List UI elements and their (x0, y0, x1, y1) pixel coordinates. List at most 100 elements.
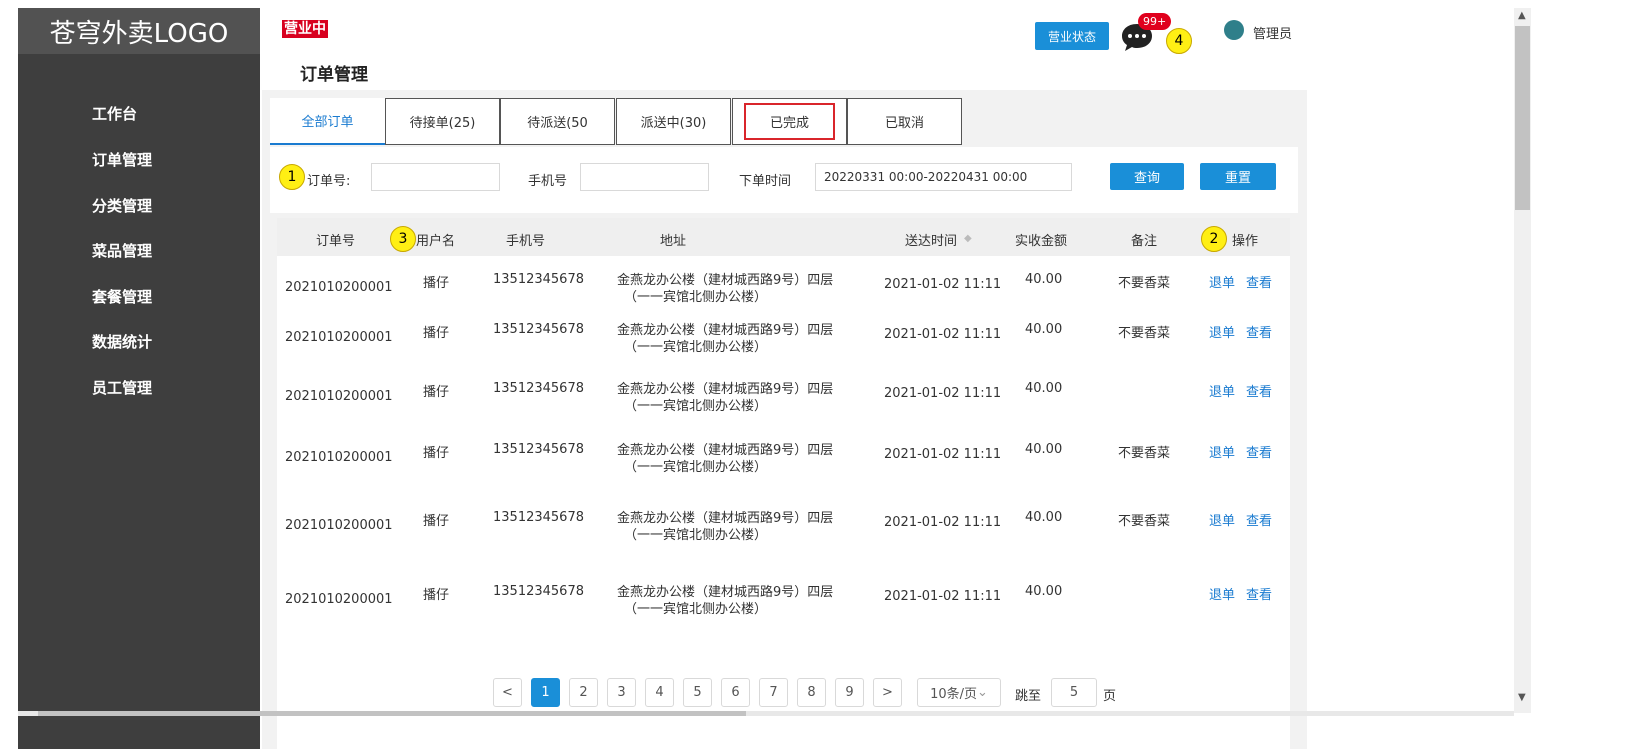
col-actions: 操作 (1232, 234, 1259, 249)
page-button-4[interactable]: 4 (645, 678, 674, 707)
cell-amount: 40.00 (1025, 584, 1063, 599)
tab-pending-accept[interactable]: 待接单(25) (385, 98, 500, 145)
sidebar-item-employees[interactable]: 员工管理 (92, 377, 152, 398)
jump-label: 跳至 (1015, 689, 1042, 704)
page-button-2[interactable]: 2 (569, 678, 598, 707)
vertical-scrollbar-thumb[interactable] (1515, 26, 1530, 210)
page-button-8[interactable]: 8 (797, 678, 826, 707)
order-time-label: 下单时间 (739, 174, 792, 189)
cell-note: 不要香菜 (1118, 514, 1171, 529)
sidebar-item-categories[interactable]: 分类管理 (92, 195, 152, 216)
cell-amount: 40.00 (1025, 442, 1063, 457)
tab-completed[interactable]: 已完成 (732, 98, 847, 145)
refund-link[interactable]: 退单 (1209, 322, 1235, 341)
cell-delivery-time: 2021-01-02 11:11 (884, 386, 1002, 401)
tab-pending-delivery[interactable]: 待派送(50 (500, 98, 615, 145)
cell-note: 不要香菜 (1118, 276, 1171, 291)
cell-delivery-time: 2021-01-02 11:11 (884, 327, 1002, 342)
view-link[interactable]: 查看 (1246, 442, 1272, 461)
cell-username: 播仔 (423, 514, 450, 529)
sidebar-item-dishes[interactable]: 菜品管理 (92, 240, 152, 261)
cell-phone: 13512345678 (493, 381, 584, 396)
scroll-down-icon[interactable]: ▼ (1518, 692, 1526, 703)
scroll-up-icon[interactable]: ▲ (1518, 10, 1526, 21)
cell-username: 播仔 (423, 446, 450, 461)
sidebar-item-orders[interactable]: 订单管理 (92, 149, 152, 170)
col-phone: 手机号 (506, 234, 546, 249)
cell-username: 播仔 (423, 276, 450, 291)
cell-address-line2: （一一宾馆北侧办公楼） (624, 399, 768, 414)
cell-amount: 40.00 (1025, 510, 1063, 525)
chevron-down-icon: ⌄ (977, 685, 988, 700)
page-button-7[interactable]: 7 (759, 678, 788, 707)
cell-phone: 13512345678 (493, 510, 584, 525)
view-link[interactable]: 查看 (1246, 584, 1272, 603)
page-suffix-label: 页 (1103, 689, 1117, 704)
cell-address-line2: （一一宾馆北侧办公楼） (624, 290, 768, 305)
cell-amount: 40.00 (1025, 322, 1063, 337)
business-status-button[interactable]: 营业状态 (1035, 22, 1109, 50)
page-size-value: 10条/页 (930, 687, 978, 702)
prev-page-icon[interactable]: < (493, 678, 522, 707)
view-link[interactable]: 查看 (1246, 322, 1272, 341)
tab-all-orders[interactable]: 全部订单 (270, 98, 385, 145)
cell-address-line2: （一一宾馆北侧办公楼） (624, 602, 768, 617)
search-button[interactable]: 查询 (1110, 163, 1184, 190)
phone-input[interactable] (580, 163, 709, 191)
sidebar-item-workbench[interactable]: 工作台 (92, 103, 137, 124)
tab-cancelled[interactable]: 已取消 (847, 98, 962, 145)
cell-order-no: 2021010200001 (285, 450, 393, 465)
app-logo: 苍穹外卖LOGO (18, 8, 260, 54)
horizontal-scrollbar-thumb[interactable] (38, 711, 746, 716)
sort-icon[interactable]: ◆ (964, 233, 972, 244)
cell-address-line2: （一一宾馆北侧办公楼） (624, 460, 768, 475)
cell-amount: 40.00 (1025, 381, 1063, 396)
cell-address-line1: 金燕龙办公楼（建材城西路9号）四层 (617, 323, 834, 338)
col-delivery-time[interactable]: 送达时间 (905, 230, 957, 249)
cell-note: 不要香菜 (1118, 326, 1171, 341)
order-no-input[interactable] (371, 163, 500, 191)
cell-delivery-time: 2021-01-02 11:11 (884, 447, 1002, 462)
view-link[interactable]: 查看 (1246, 381, 1272, 400)
page-title: 订单管理 (300, 65, 368, 85)
sidebar-item-statistics[interactable]: 数据统计 (92, 331, 152, 352)
order-time-range-input[interactable]: 20220331 00:00-20220431 00:00 (815, 163, 1072, 191)
page-button-3[interactable]: 3 (607, 678, 636, 707)
page-size-select[interactable]: 10条/页 ⌄ (917, 678, 1001, 707)
cell-order-no: 2021010200001 (285, 330, 393, 345)
refund-link[interactable]: 退单 (1209, 272, 1235, 291)
cell-username: 播仔 (423, 588, 450, 603)
reset-button[interactable]: 重置 (1200, 163, 1276, 190)
cell-order-no: 2021010200001 (285, 389, 393, 404)
jump-page-input[interactable]: 5 (1051, 678, 1097, 707)
cell-address-line1: 金燕龙办公楼（建材城西路9号）四层 (617, 511, 834, 526)
cell-username: 播仔 (423, 326, 450, 341)
admin-avatar[interactable] (1224, 20, 1244, 40)
sidebar-item-setmeals[interactable]: 套餐管理 (92, 286, 152, 307)
business-status-tag: 营业中 (282, 20, 328, 38)
page-button-9[interactable]: 9 (835, 678, 864, 707)
next-page-icon[interactable]: > (873, 678, 902, 707)
col-amount: 实收金额 (1015, 234, 1068, 249)
tab-delivering[interactable]: 派送中(30) (616, 98, 731, 145)
cell-address-line1: 金燕龙办公楼（建材城西路9号）四层 (617, 443, 834, 458)
cell-amount: 40.00 (1025, 272, 1063, 287)
refund-link[interactable]: 退单 (1209, 584, 1235, 603)
cell-phone: 13512345678 (493, 272, 584, 287)
cell-address-line1: 金燕龙办公楼（建材城西路9号）四层 (617, 273, 834, 288)
view-link[interactable]: 查看 (1246, 510, 1272, 529)
phone-label: 手机号 (528, 174, 568, 189)
annotation-marker-4: 4 (1166, 28, 1192, 54)
cell-address-line1: 金燕龙办公楼（建材城西路9号）四层 (617, 382, 834, 397)
page-button-1[interactable]: 1 (531, 678, 560, 707)
col-address: 地址 (660, 234, 687, 249)
cell-order-no: 2021010200001 (285, 518, 393, 533)
admin-name[interactable]: 管理员 (1253, 23, 1292, 42)
refund-link[interactable]: 退单 (1209, 510, 1235, 529)
page-button-6[interactable]: 6 (721, 678, 750, 707)
refund-link[interactable]: 退单 (1209, 381, 1235, 400)
page-button-5[interactable]: 5 (683, 678, 712, 707)
cell-username: 播仔 (423, 385, 450, 400)
view-link[interactable]: 查看 (1246, 272, 1272, 291)
refund-link[interactable]: 退单 (1209, 442, 1235, 461)
